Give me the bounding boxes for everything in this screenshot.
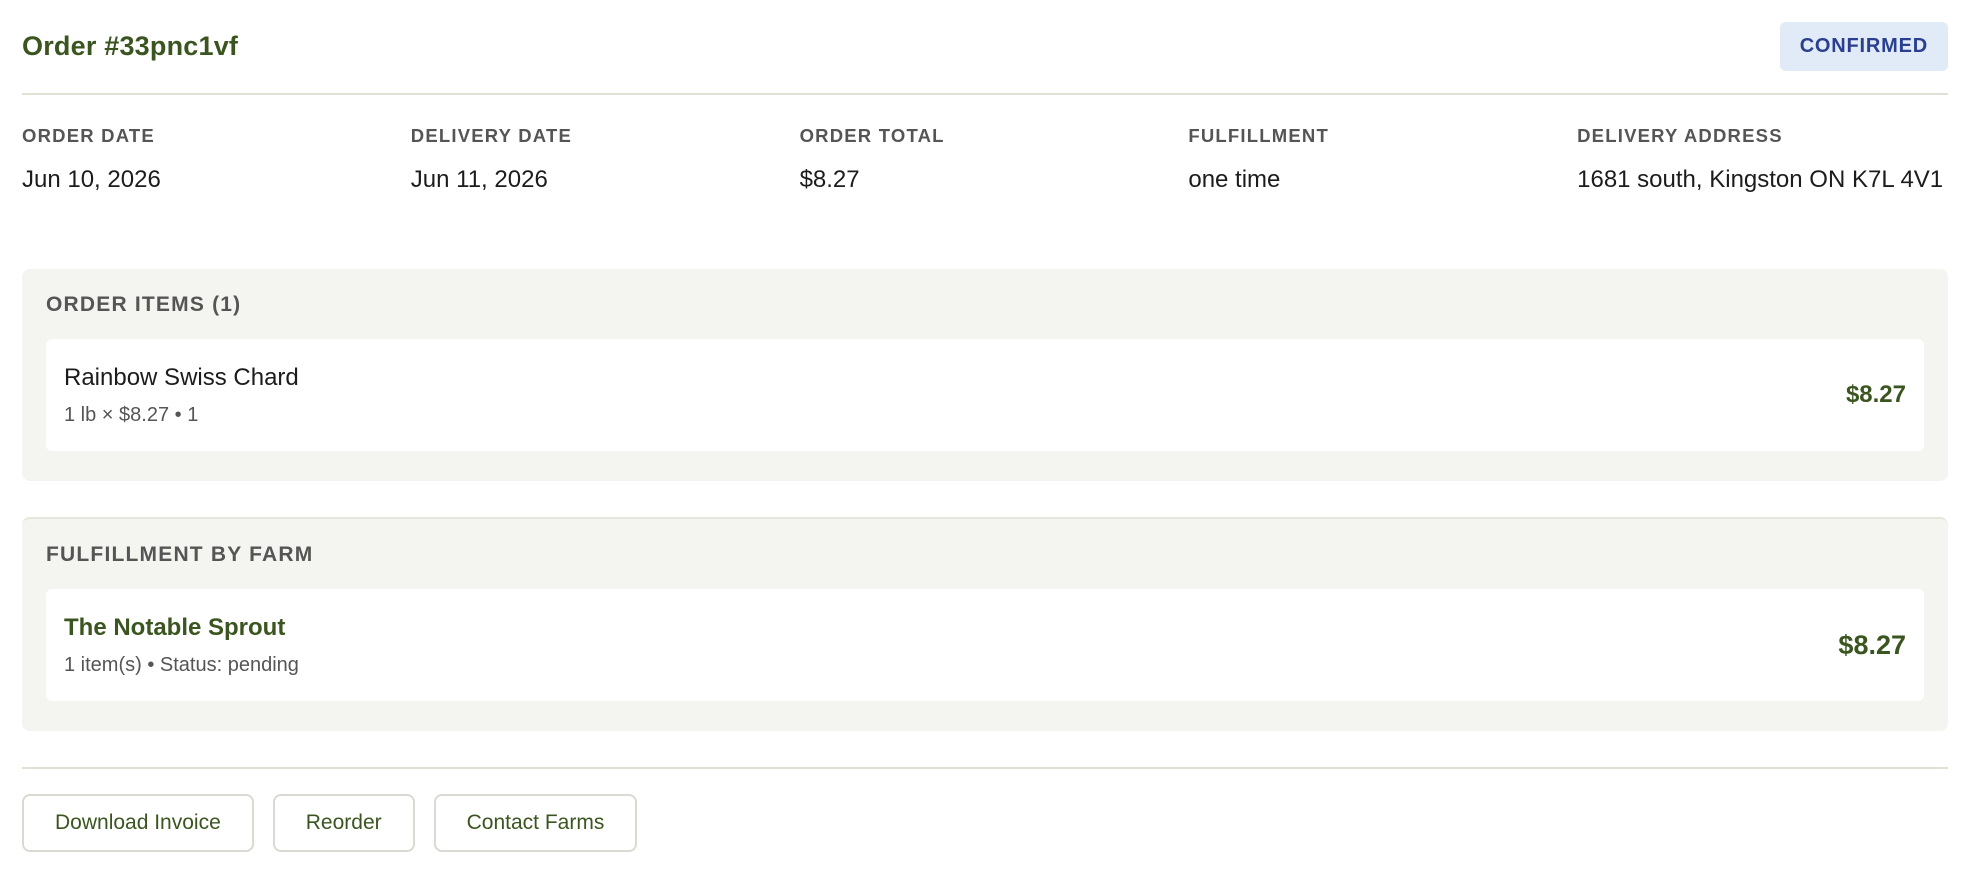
- fulfillment-by-farm-panel: FULFILLMENT BY FARM The Notable Sprout 1…: [22, 517, 1948, 731]
- download-invoice-button[interactable]: Download Invoice: [22, 794, 254, 852]
- meta-value: one time: [1188, 166, 1281, 193]
- order-detail-page: Order #33pnc1vf CONFIRMED ORDER DATE Jun…: [0, 0, 1970, 882]
- meta-order-date: ORDER DATE Jun 10, 2026: [22, 125, 411, 269]
- farm-name-link[interactable]: The Notable Sprout: [64, 614, 299, 642]
- meta-label: FULFILLMENT: [1188, 125, 1329, 146]
- farm-info: The Notable Sprout 1 item(s) • Status: p…: [64, 614, 299, 677]
- meta-label: ORDER TOTAL: [799, 125, 945, 146]
- item-price: $8.27: [1845, 381, 1906, 408]
- meta-label: ORDER DATE: [22, 125, 155, 146]
- order-items-panel: ORDER ITEMS (1) Rainbow Swiss Chard 1 lb…: [22, 269, 1948, 481]
- meta-value: 1681 south, Kingston ON K7L 4V1: [1577, 166, 1944, 193]
- meta-value: $8.27: [799, 166, 860, 193]
- list-item: The Notable Sprout 1 item(s) • Status: p…: [46, 589, 1924, 701]
- list-item: Rainbow Swiss Chard 1 lb × $8.27 • 1 $8.…: [46, 339, 1924, 451]
- farm-price: $8.27: [1838, 629, 1906, 660]
- meta-fulfillment: FULFILLMENT one time: [1188, 125, 1577, 269]
- meta-order-total: ORDER TOTAL $8.27: [800, 125, 1189, 269]
- meta-value: Jun 10, 2026: [22, 166, 161, 193]
- meta-delivery-address: DELIVERY ADDRESS 1681 south, Kingston ON…: [1577, 125, 1948, 269]
- meta-value: Jun 11, 2026: [410, 166, 548, 193]
- meta-delivery-date: DELIVERY DATE Jun 11, 2026: [411, 125, 800, 269]
- order-header: Order #33pnc1vf CONFIRMED: [22, 0, 1948, 95]
- farm-detail: 1 item(s) • Status: pending: [64, 653, 299, 676]
- contact-farms-button[interactable]: Contact Farms: [433, 794, 638, 852]
- reorder-button[interactable]: Reorder: [272, 794, 415, 852]
- divider: [22, 767, 1948, 769]
- item-name: Rainbow Swiss Chard: [64, 363, 299, 391]
- panel-title: ORDER ITEMS (1): [46, 293, 242, 316]
- panel-title: FULFILLMENT BY FARM: [46, 543, 314, 566]
- order-actions: Download Invoice Reorder Contact Farms: [22, 794, 1948, 852]
- order-title: Order #33pnc1vf: [22, 31, 239, 61]
- item-info: Rainbow Swiss Chard 1 lb × $8.27 • 1: [64, 364, 299, 427]
- order-meta: ORDER DATE Jun 10, 2026 DELIVERY DATE Ju…: [22, 95, 1948, 269]
- meta-label: DELIVERY DATE: [410, 125, 573, 146]
- meta-label: DELIVERY ADDRESS: [1577, 125, 1783, 146]
- status-badge: CONFIRMED: [1779, 22, 1948, 71]
- item-detail: 1 lb × $8.27 • 1: [64, 403, 199, 426]
